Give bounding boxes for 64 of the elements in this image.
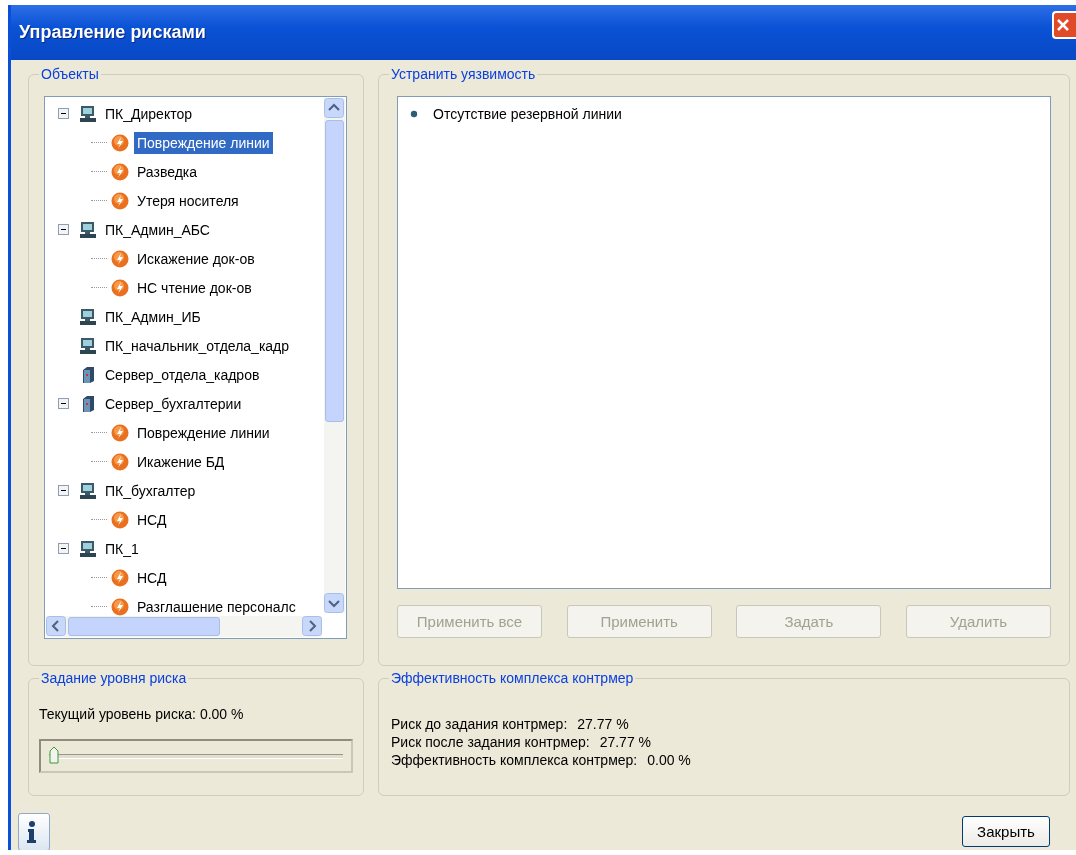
scroll-thumb[interactable] <box>68 617 220 636</box>
window-title: Управление рисками <box>19 22 206 43</box>
computer-icon <box>79 481 97 500</box>
tree-item[interactable]: Разглашение персоналс <box>134 595 299 618</box>
computer-icon <box>79 307 97 326</box>
tree-item[interactable]: ПК_Админ_ИБ <box>102 305 204 328</box>
horizontal-scrollbar[interactable] <box>46 616 322 637</box>
lightning-icon <box>111 162 129 181</box>
tree-item[interactable]: ПК_начальник_отдела_кадр <box>102 334 293 357</box>
lightning-icon <box>111 278 129 297</box>
tree-item[interactable]: ПК_бухгалтер <box>102 479 199 502</box>
computer-icon <box>79 220 97 239</box>
lightning-icon <box>111 423 129 442</box>
computer-icon <box>79 336 97 355</box>
tree-item[interactable]: Икажение БД <box>134 450 228 473</box>
close-button[interactable] <box>1052 11 1076 39</box>
tree-item[interactable]: ПК_Админ_АБС <box>102 218 213 241</box>
lightning-icon <box>111 568 129 587</box>
close-dialog-button[interactable]: Закрыть <box>962 816 1050 847</box>
group-title: Объекты <box>39 66 101 82</box>
risk-level-reading: Текущий уровень риска: 0.00 % <box>39 705 245 723</box>
metric-value: 0.00 % <box>647 751 691 769</box>
info-icon <box>24 819 39 844</box>
tree-item[interactable]: Искажение док-ов <box>134 247 258 270</box>
lightning-icon <box>111 510 129 529</box>
metric-label: Риск до задания контрмер: <box>391 715 568 733</box>
slider-thumb[interactable] <box>49 745 59 764</box>
collapse-toggle[interactable] <box>58 224 69 235</box>
lightning-icon <box>111 597 129 616</box>
metric-label: Эффективность комплекса контрмер: <box>391 751 638 769</box>
tree-item[interactable]: НСД <box>134 508 170 531</box>
lightning-icon <box>111 133 129 152</box>
tree-item[interactable]: Повреждение линии <box>134 421 273 444</box>
vertical-scrollbar[interactable] <box>324 98 345 613</box>
collapse-toggle[interactable] <box>58 485 69 496</box>
metric-value: 27.77 % <box>599 733 652 751</box>
tree-item[interactable]: Разведка <box>134 160 201 183</box>
group-title: Устранить уязвимость <box>389 66 538 82</box>
lightning-icon <box>111 249 129 268</box>
list-item[interactable]: Отсутствие резервной линии <box>433 105 622 123</box>
tree-item[interactable]: ПК_Директор <box>102 102 195 125</box>
lightning-icon <box>111 452 129 471</box>
tree-item[interactable]: НСД <box>134 566 170 589</box>
close-icon <box>1055 18 1070 32</box>
collapse-toggle[interactable] <box>58 543 69 554</box>
bullet-icon <box>410 110 418 118</box>
tree-item[interactable]: ПК_1 <box>102 537 142 560</box>
collapse-toggle[interactable] <box>58 398 69 409</box>
tree-item[interactable]: Сервер_бухгалтерии <box>102 392 245 415</box>
scroll-thumb[interactable] <box>325 120 344 422</box>
metric-label: Риск после задания контрмер: <box>391 733 590 751</box>
computer-icon <box>79 104 97 123</box>
tree-item[interactable]: НС чтение док-ов <box>134 276 255 299</box>
tree-item[interactable]: Повреждение линии <box>134 131 273 154</box>
lightning-icon <box>111 191 129 210</box>
group-title: Задание уровня риска <box>39 670 189 686</box>
tree-item[interactable]: Сервер_отдела_кадров <box>102 363 263 386</box>
group-title: Эффективность комплекса контрмер <box>389 670 636 686</box>
tree-item[interactable]: Утеря носителя <box>134 189 242 212</box>
info-button[interactable] <box>18 812 50 850</box>
computer-icon <box>79 539 97 558</box>
collapse-toggle[interactable] <box>58 108 69 119</box>
risk-slider[interactable] <box>39 739 353 773</box>
metric-value: 27.77 % <box>577 715 629 733</box>
